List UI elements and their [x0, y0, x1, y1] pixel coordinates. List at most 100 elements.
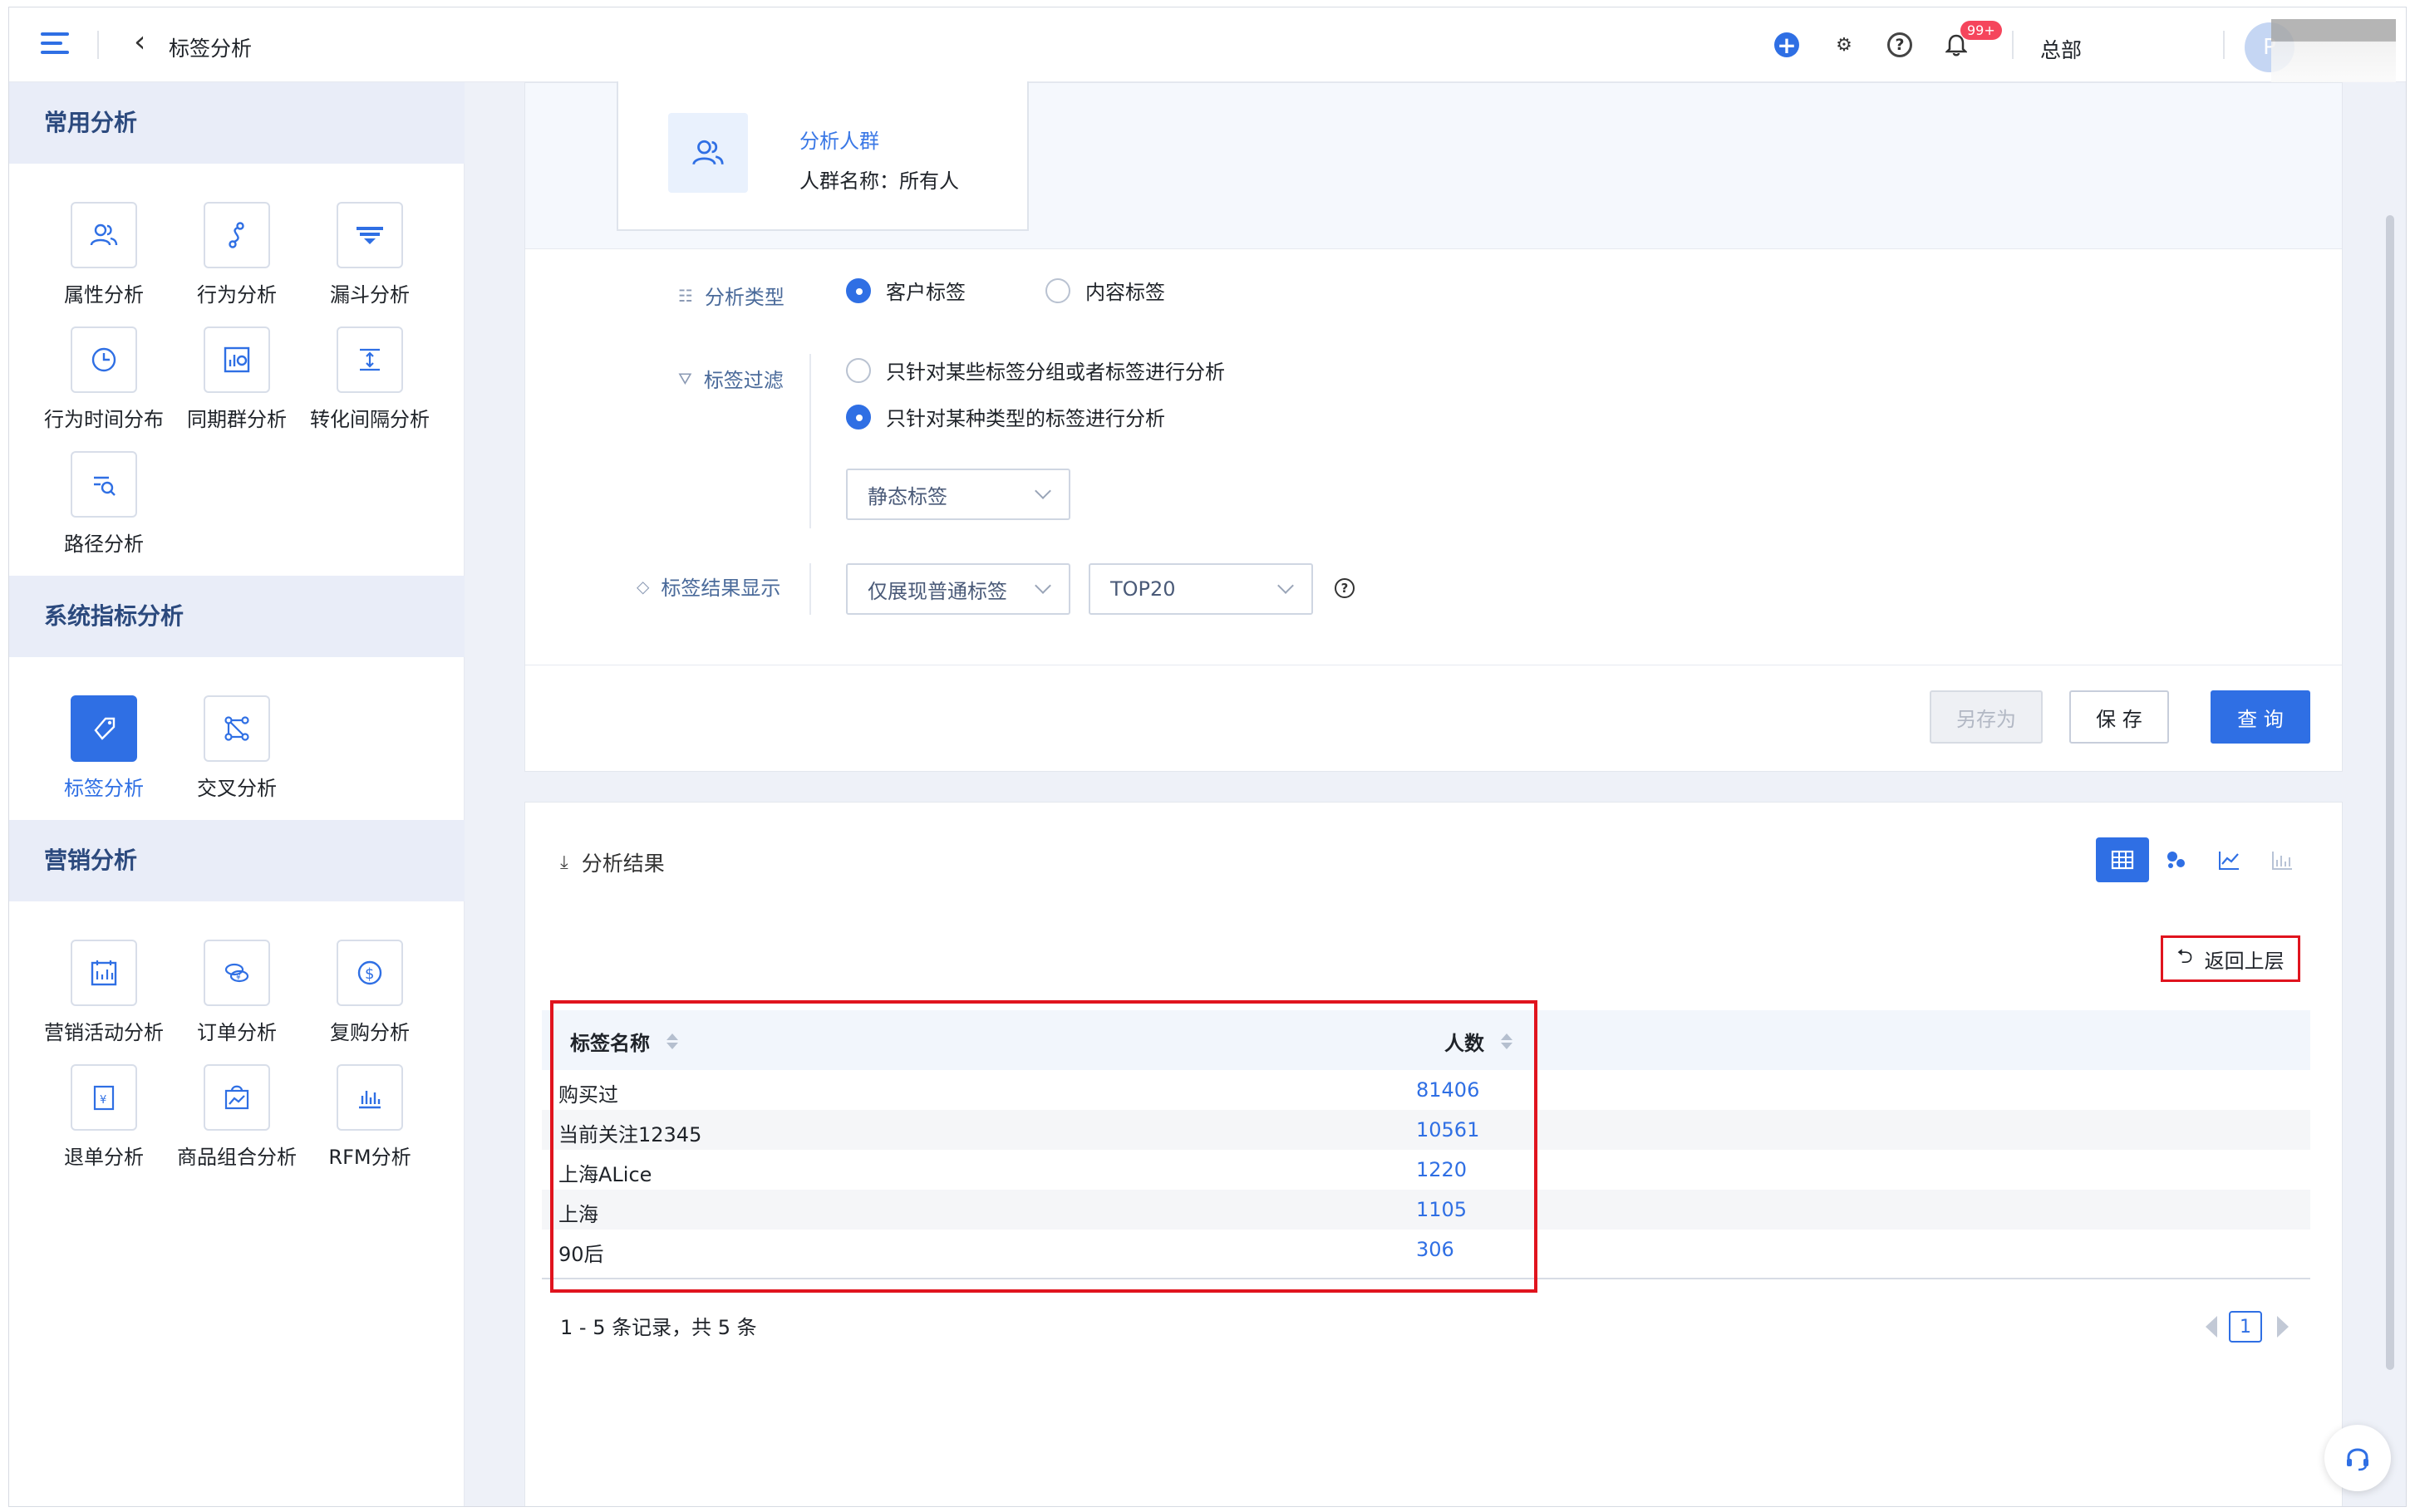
cell-count-link[interactable]: 10561: [1416, 1118, 1479, 1141]
tile-label: 标签分析: [64, 777, 144, 800]
column-header-count[interactable]: 人数: [1444, 1027, 1512, 1056]
results-panel: ⤓ 分析结果 ⮌ 返回上层 标签名称 人数 购买过 81406 当前关注1234…: [524, 802, 2343, 1506]
menu-icon[interactable]: [41, 32, 69, 57]
save-button[interactable]: 保 存: [2069, 690, 2169, 744]
redacted-user-info: [2271, 19, 2396, 82]
section-header-system: 系统指标分析: [9, 576, 465, 657]
sidebar-item-funnel-analysis[interactable]: 漏斗分析: [303, 202, 436, 307]
sidebar-item-behavior-analysis[interactable]: 行为分析: [170, 202, 303, 307]
tile-label: 行为时间分布: [44, 408, 164, 431]
sort-icon[interactable]: [1501, 1033, 1512, 1049]
help-icon[interactable]: ?: [1335, 578, 1355, 598]
query-button[interactable]: 查 询: [2211, 690, 2310, 744]
refund-icon: ¥: [71, 1064, 137, 1131]
sidebar-item-route-analysis[interactable]: 路径分析: [37, 451, 170, 557]
results-title: 分析结果: [581, 852, 665, 876]
display-mode-select[interactable]: 仅展现普通标签: [846, 563, 1070, 615]
line-view-button[interactable]: [2202, 837, 2255, 882]
scrollbar[interactable]: [2386, 215, 2394, 1370]
chevron-down-icon: [1035, 577, 1051, 594]
cell-count-link[interactable]: 306: [1416, 1238, 1454, 1261]
action-bar: 另存为 保 存 查 询: [525, 665, 2342, 773]
tile-label: 退单分析: [64, 1146, 144, 1169]
sidebar-item-attribute-analysis[interactable]: 属性分析: [37, 202, 170, 307]
sidebar-item-cross-analysis[interactable]: 交叉分析: [170, 695, 303, 801]
help-icon[interactable]: ?: [1887, 32, 1912, 57]
tile-label: 同期群分析: [187, 408, 287, 431]
sidebar-item-refund-analysis[interactable]: ¥ 退单分析: [37, 1064, 170, 1170]
calendar-icon: [71, 940, 137, 1006]
radio-dot: [846, 357, 871, 383]
tile-label: 属性分析: [64, 283, 144, 307]
column-header-tag-name[interactable]: 标签名称: [570, 1027, 678, 1056]
crowd-title: 分析人群: [799, 130, 879, 153]
crowd-card[interactable]: 分析人群 人群名称：所有人: [617, 81, 1029, 231]
users-icon: [668, 113, 748, 193]
gear-icon[interactable]: ⚙: [1830, 31, 1858, 59]
line-chart-icon: [2219, 852, 2239, 870]
sidebar-item-conversion-interval[interactable]: 转化间隔分析: [303, 326, 436, 432]
top-header: ‹ 标签分析 + ⚙ ? 99+ 总部 P: [9, 7, 2406, 82]
download-icon[interactable]: ⤓: [560, 852, 568, 873]
cell-tag-name: 当前关注12345: [558, 1123, 702, 1146]
table-row: 购买过 81406: [542, 1070, 2310, 1110]
cell-count-link[interactable]: 1220: [1416, 1158, 1467, 1181]
radio-filter-by-group[interactable]: 只针对某些标签分组或者标签进行分析: [846, 356, 1225, 385]
tag-type-select[interactable]: 静态标签: [846, 469, 1070, 520]
radio-customer-tag[interactable]: 客户标签: [846, 276, 966, 305]
org-switcher[interactable]: 总部: [2040, 34, 2082, 64]
tag-filter-label: ⛛ 标签过滤: [678, 368, 784, 393]
save-as-button[interactable]: 另存为: [1930, 690, 2043, 744]
sidebar-item-cohort-analysis[interactable]: 同期群分析: [170, 326, 303, 432]
radio-filter-by-type[interactable]: 只针对某种类型的标签进行分析: [846, 402, 1165, 431]
radio-content-tag[interactable]: 内容标签: [1045, 276, 1165, 305]
sidebar-item-tag-analysis[interactable]: 标签分析: [37, 695, 170, 801]
result-display-label: ◇ 标签结果显示: [637, 576, 781, 601]
svg-text:¥: ¥: [236, 974, 241, 982]
sidebar-item-campaign-analysis[interactable]: 营销活动分析: [37, 940, 170, 1045]
cell-count-link[interactable]: 81406: [1416, 1078, 1479, 1102]
cell-tag-name: 上海: [558, 1203, 598, 1226]
back-chevron-icon[interactable]: ‹: [134, 26, 145, 59]
bubble-view-button[interactable]: [2149, 837, 2202, 882]
table-row: 当前关注12345 10561: [542, 1110, 2310, 1150]
table-row: 上海 1105: [542, 1190, 2310, 1230]
top-n-select[interactable]: TOP20: [1089, 563, 1313, 615]
add-icon[interactable]: +: [1774, 32, 1799, 59]
row-divider: [809, 354, 811, 528]
sort-icon[interactable]: [666, 1033, 678, 1049]
sidebar-item-rfm-analysis[interactable]: RFM分析: [303, 1064, 436, 1170]
sidebar-item-time-distribution[interactable]: 行为时间分布: [37, 326, 170, 432]
svg-text:¥: ¥: [100, 1094, 106, 1107]
users-icon: [71, 202, 137, 268]
table-icon: [2111, 850, 2134, 870]
header-divider: [97, 31, 99, 59]
dollar-icon: $: [337, 940, 403, 1006]
sidebar-item-repurchase-analysis[interactable]: $ 复购分析: [303, 940, 436, 1045]
page-number[interactable]: 1: [2229, 1311, 2262, 1343]
tag-icon: [71, 695, 137, 762]
sidebar-item-bundle-analysis[interactable]: 商品组合分析: [170, 1064, 303, 1170]
next-page-icon[interactable]: [2277, 1316, 2289, 1338]
notification-badge: 99+: [1960, 21, 2002, 40]
support-button[interactable]: [2324, 1425, 2391, 1491]
cross-icon: [204, 695, 270, 762]
cell-tag-name: 购买过: [558, 1083, 618, 1107]
tile-label: 商品组合分析: [177, 1146, 297, 1169]
results-header: ⤓ 分析结果: [560, 847, 665, 877]
clock-icon: [71, 326, 137, 393]
analysis-type-label: ☷ 分析类型: [678, 285, 784, 310]
table-view-button[interactable]: [2096, 837, 2149, 882]
bar-view-button[interactable]: [2255, 837, 2309, 882]
header-divider: [2012, 31, 2014, 59]
tile-label: 漏斗分析: [330, 283, 410, 307]
sidebar-item-order-analysis[interactable]: ¥ 订单分析: [170, 940, 303, 1045]
tile-label: 订单分析: [197, 1021, 277, 1044]
tile-label: 转化间隔分析: [310, 408, 430, 431]
cell-count-link[interactable]: 1105: [1416, 1198, 1467, 1221]
table-row: 上海ALice 1220: [542, 1150, 2310, 1190]
prev-page-icon[interactable]: [2206, 1316, 2217, 1338]
chevron-down-icon: [1035, 483, 1051, 499]
list-icon: ☷: [678, 285, 693, 306]
return-up-button[interactable]: ⮌ 返回上层: [2161, 935, 2300, 982]
